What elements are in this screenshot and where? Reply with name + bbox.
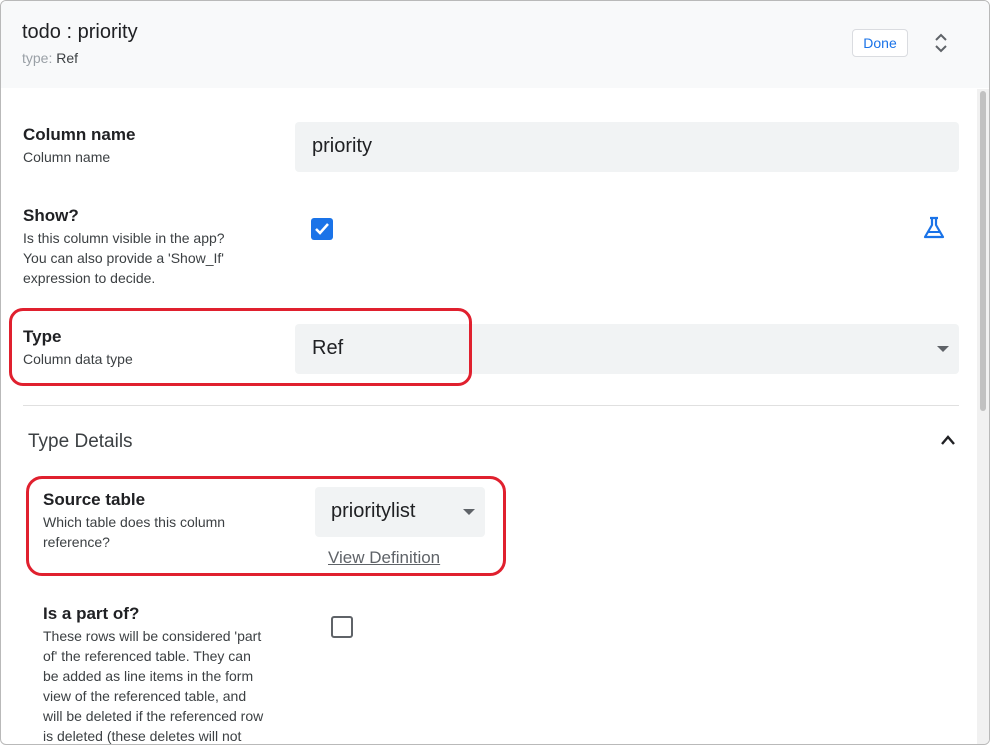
column-name-description: Column name	[23, 149, 111, 165]
type-details-title: Type Details	[28, 431, 133, 452]
column-name-label: Column name	[23, 125, 136, 144]
type-label: Type	[23, 327, 62, 346]
panel-header: todo : priority type: Ref Done	[1, 1, 989, 88]
is-part-of-description-line: These rows will be considered 'part	[43, 628, 262, 644]
show-label: Show?	[23, 206, 79, 225]
column-editor-panel: todo : priority type: Ref Done Column na…	[0, 0, 990, 745]
section-divider	[23, 405, 959, 406]
column-name-input[interactable]: priority	[295, 122, 959, 172]
type-select[interactable]: Ref	[295, 324, 959, 374]
source-table-description-line: reference?	[43, 534, 110, 550]
show-checkbox[interactable]	[311, 218, 333, 240]
is-part-of-description-line: is deleted (these deletes will not	[43, 728, 242, 744]
is-part-of-label: Is a part of?	[43, 604, 140, 623]
type-caption: type:	[22, 50, 53, 66]
is-part-of-checkbox[interactable]	[331, 616, 353, 638]
type-description: Column data type	[23, 351, 133, 367]
source-table-label: Source table	[43, 490, 146, 509]
is-part-of-description-line: will be deleted if the referenced row	[43, 708, 264, 724]
type-caption-value: Ref	[56, 50, 79, 66]
source-table-select[interactable]: prioritylist	[315, 487, 485, 537]
source-table-description: Which table does this column reference?	[43, 512, 225, 552]
show-description-line: You can also provide a 'Show_If'	[23, 250, 224, 266]
is-part-of-description-line: view of the referenced table, and	[43, 688, 247, 704]
expand-vertical-icon[interactable]	[931, 32, 951, 54]
is-part-of-description: These rows will be considered 'part of' …	[43, 626, 264, 744]
is-part-of-description-line: be added as line items in the form	[43, 668, 254, 684]
caret-down-icon	[937, 346, 949, 352]
show-description-line: Is this column visible in the app?	[23, 230, 225, 246]
done-button[interactable]: Done	[852, 29, 908, 57]
source-table-description-line: Which table does this column	[43, 514, 226, 530]
show-description-line: expression to decide.	[23, 270, 156, 286]
source-table-select-value: prioritylist	[331, 500, 416, 522]
view-definition-link[interactable]: View Definition	[328, 548, 440, 568]
panel-subtitle: type: Ref	[22, 50, 78, 66]
check-icon	[315, 223, 329, 235]
caret-down-icon	[463, 509, 475, 515]
show-description: Is this column visible in the app? You c…	[23, 228, 225, 288]
is-part-of-description-line: of' the referenced table. They can	[43, 648, 251, 664]
chevron-up-icon[interactable]	[939, 433, 957, 447]
type-select-value: Ref	[312, 337, 344, 359]
flask-icon[interactable]	[921, 215, 947, 241]
panel-title: todo : priority	[22, 21, 138, 43]
scrollbar-thumb[interactable]	[980, 91, 986, 411]
vertical-scrollbar[interactable]	[977, 89, 989, 744]
